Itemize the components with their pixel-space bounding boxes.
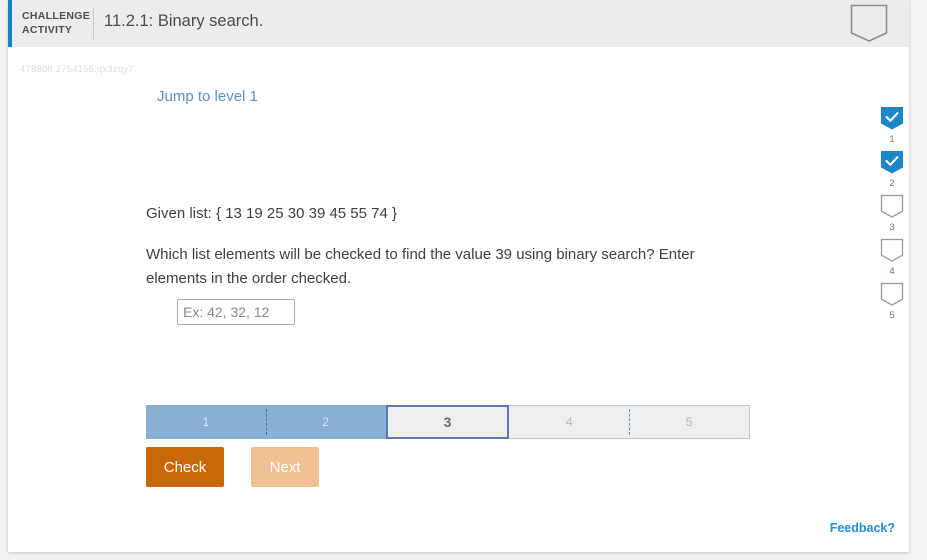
level-badge-3-label: 3 (889, 222, 895, 233)
progress-step-2-label: 2 (322, 415, 330, 429)
progress-step-5-label: 5 (685, 415, 693, 429)
header-accent-bar (8, 0, 12, 47)
answer-input[interactable] (177, 299, 295, 325)
challenge-activity-kicker: CHALLENGE ACTIVITY (22, 10, 91, 36)
challenge-activity-page: CHALLENGE ACTIVITY 11.2.1: Binary search… (0, 0, 927, 560)
level-badge-2-label: 2 (889, 178, 895, 189)
pennant-checked-icon (881, 107, 903, 130)
level-badge-5[interactable]: 5 (880, 282, 904, 321)
activity-body: 478808.2754156.qx3zqy7 Jump to level 1 G… (8, 47, 909, 552)
check-button[interactable]: Check (146, 447, 224, 487)
activity-header: CHALLENGE ACTIVITY 11.2.1: Binary search… (8, 0, 909, 47)
progress-step-3[interactable]: 3 (385, 405, 510, 439)
level-badge-4[interactable]: 4 (880, 238, 904, 277)
pennant-empty-icon (880, 282, 904, 306)
pennant-checked-icon (881, 151, 903, 174)
level-badge-2[interactable]: 2 (880, 150, 904, 189)
question-text: Which list elements will be checked to f… (146, 246, 695, 287)
pennant-icon[interactable] (850, 4, 888, 43)
jump-to-level-link[interactable]: Jump to level 1 (157, 88, 258, 105)
level-badge-1-label: 1 (889, 134, 895, 145)
progress-step-5[interactable]: 5 (629, 405, 750, 439)
progress-bar: 1 2 3 4 5 (146, 405, 750, 439)
next-button[interactable]: Next (251, 447, 319, 487)
progress-step-4[interactable]: 4 (509, 405, 630, 439)
pennant-empty-icon (880, 238, 904, 262)
header-divider (93, 8, 94, 39)
progress-step-1-label: 1 (202, 415, 210, 429)
progress-step-2[interactable]: 2 (265, 405, 386, 439)
level-badge-3[interactable]: 3 (880, 194, 904, 233)
level-badge-5-label: 5 (889, 310, 895, 321)
level-badge-1[interactable]: 1 (880, 106, 904, 145)
given-list-text: Given list: { 13 19 25 30 39 45 55 74 } (146, 205, 398, 222)
progress-step-4-label: 4 (565, 415, 573, 429)
level-badge-4-label: 4 (889, 266, 895, 277)
pennant-empty-icon (880, 194, 904, 218)
progress-step-1[interactable]: 1 (146, 405, 266, 439)
activity-card: CHALLENGE ACTIVITY 11.2.1: Binary search… (8, 0, 909, 552)
progress-step-3-label: 3 (443, 414, 452, 430)
page-title: 11.2.1: Binary search. (104, 12, 264, 30)
activity-id-label: 478808.2754156.qx3zqy7 (20, 64, 134, 75)
level-rail: 1 2 3 4 5 (869, 94, 909, 552)
